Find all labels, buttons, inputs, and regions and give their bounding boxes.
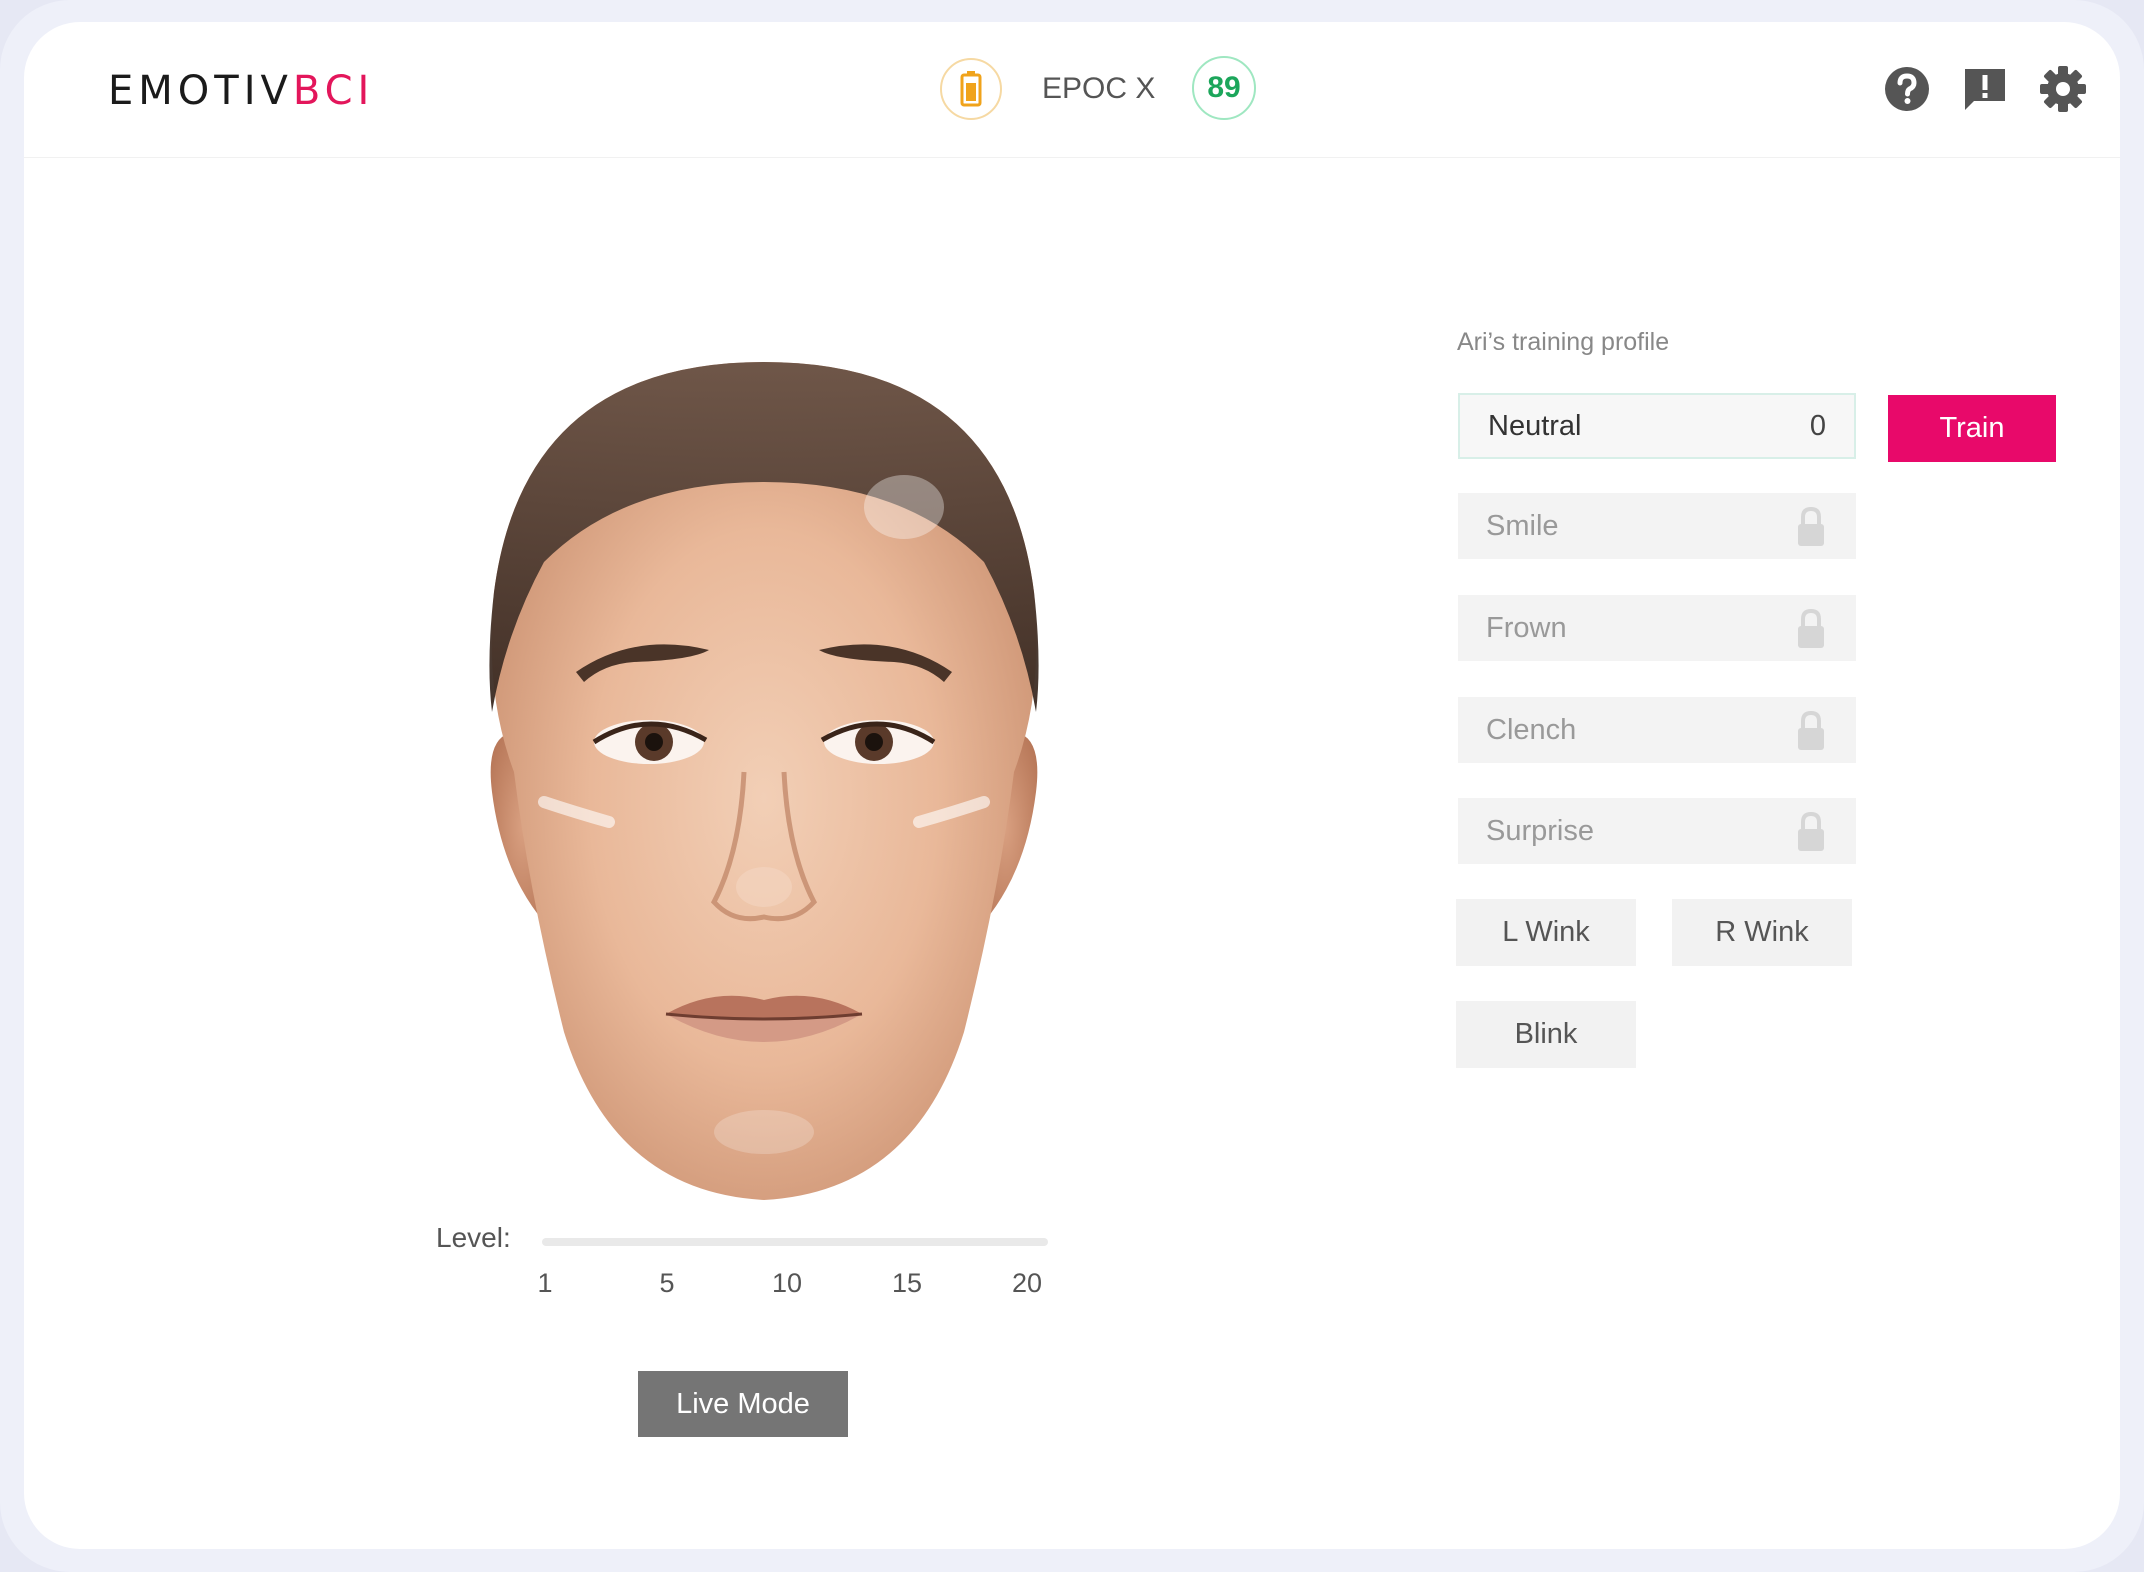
- level-tick: 15: [891, 1268, 923, 1298]
- r-wink-button[interactable]: R Wink: [1672, 899, 1852, 966]
- lock-icon: [1798, 710, 1824, 750]
- level-tick: 5: [659, 1268, 675, 1298]
- lock-icon: [1798, 811, 1824, 851]
- command-frown[interactable]: Frown: [1458, 595, 1856, 661]
- training-count: 0: [1809, 409, 1826, 442]
- lock-icon: [1798, 506, 1824, 546]
- command-name: Clench: [1486, 713, 1577, 746]
- device-name[interactable]: EPOC X: [1042, 72, 1155, 106]
- logo-main: EMOTIV: [108, 68, 293, 114]
- level-tick: 20: [1011, 1268, 1043, 1298]
- level-label: Level:: [436, 1222, 511, 1253]
- logo-accent: BCI: [292, 68, 375, 114]
- battery-icon[interactable]: [940, 58, 1002, 120]
- face-avatar: [444, 332, 1084, 1212]
- command-smile[interactable]: Smile: [1458, 493, 1856, 559]
- level-tick: 1: [537, 1268, 553, 1298]
- command-clench[interactable]: Clench: [1458, 697, 1856, 763]
- level-tick: 10: [771, 1268, 803, 1298]
- level-slider[interactable]: [542, 1238, 1048, 1246]
- l-wink-button[interactable]: L Wink: [1456, 899, 1636, 966]
- feedback-icon[interactable]: [1960, 64, 2010, 114]
- help-icon[interactable]: [1882, 64, 1932, 114]
- top-bar: EMOTIVBCI EPOC X 89: [24, 22, 2120, 158]
- lock-icon: [1798, 608, 1824, 648]
- command-name: Smile: [1486, 509, 1559, 542]
- command-surprise[interactable]: Surprise: [1458, 798, 1856, 864]
- train-button[interactable]: Train: [1888, 395, 2056, 462]
- gear-icon[interactable]: [2038, 64, 2088, 114]
- live-mode-button[interactable]: Live Mode: [638, 1371, 848, 1437]
- command-name: Neutral: [1488, 409, 1582, 442]
- command-name: Surprise: [1486, 814, 1594, 847]
- emotiv-logo: EMOTIVBCI: [108, 68, 374, 114]
- command-neutral[interactable]: Neutral 0: [1458, 393, 1856, 459]
- contact-quality-badge[interactable]: 89: [1192, 56, 1256, 120]
- blink-button[interactable]: Blink: [1456, 1001, 1636, 1068]
- training-profile-label: Ari’s training profile: [1457, 328, 1670, 356]
- command-name: Frown: [1486, 611, 1567, 644]
- app-window: EMOTIVBCI EPOC X 89 Level: 1 5 10 15 20 …: [24, 22, 2120, 1549]
